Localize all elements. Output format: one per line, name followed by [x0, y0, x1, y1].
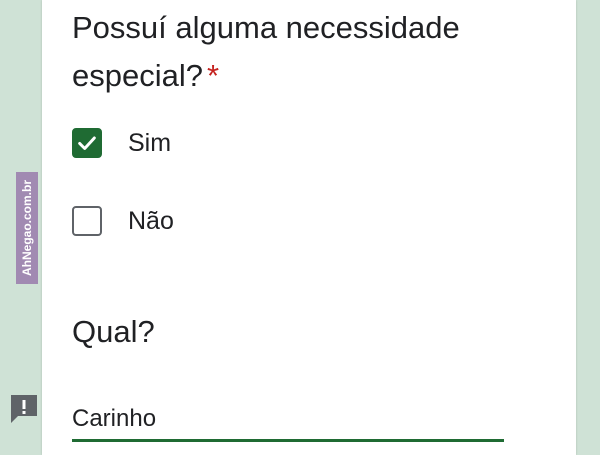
- option-nao[interactable]: Não: [72, 203, 174, 239]
- form-card: Possuí alguma necessidade especial? * Sim…: [42, 0, 576, 455]
- followup-answer-field[interactable]: [72, 398, 504, 442]
- option-label-nao: Não: [128, 206, 174, 235]
- question-title: Possuí alguma necessidade especial? *: [72, 4, 552, 100]
- report-issue-button[interactable]: [8, 392, 40, 426]
- option-sim[interactable]: Sim: [72, 125, 171, 161]
- check-icon: [78, 136, 96, 150]
- checkbox-sim[interactable]: [72, 128, 102, 158]
- required-asterisk: *: [206, 58, 220, 93]
- watermark-text: AhNegao.com.br: [20, 179, 35, 277]
- checkbox-nao[interactable]: [72, 206, 102, 236]
- watermark-badge: AhNegao.com.br: [16, 172, 38, 284]
- followup-question: Qual?: [72, 314, 155, 349]
- option-label-sim: Sim: [128, 128, 172, 157]
- report-issue-icon: [11, 395, 37, 423]
- question-text: Possuí alguma necessidade especial?: [72, 10, 460, 93]
